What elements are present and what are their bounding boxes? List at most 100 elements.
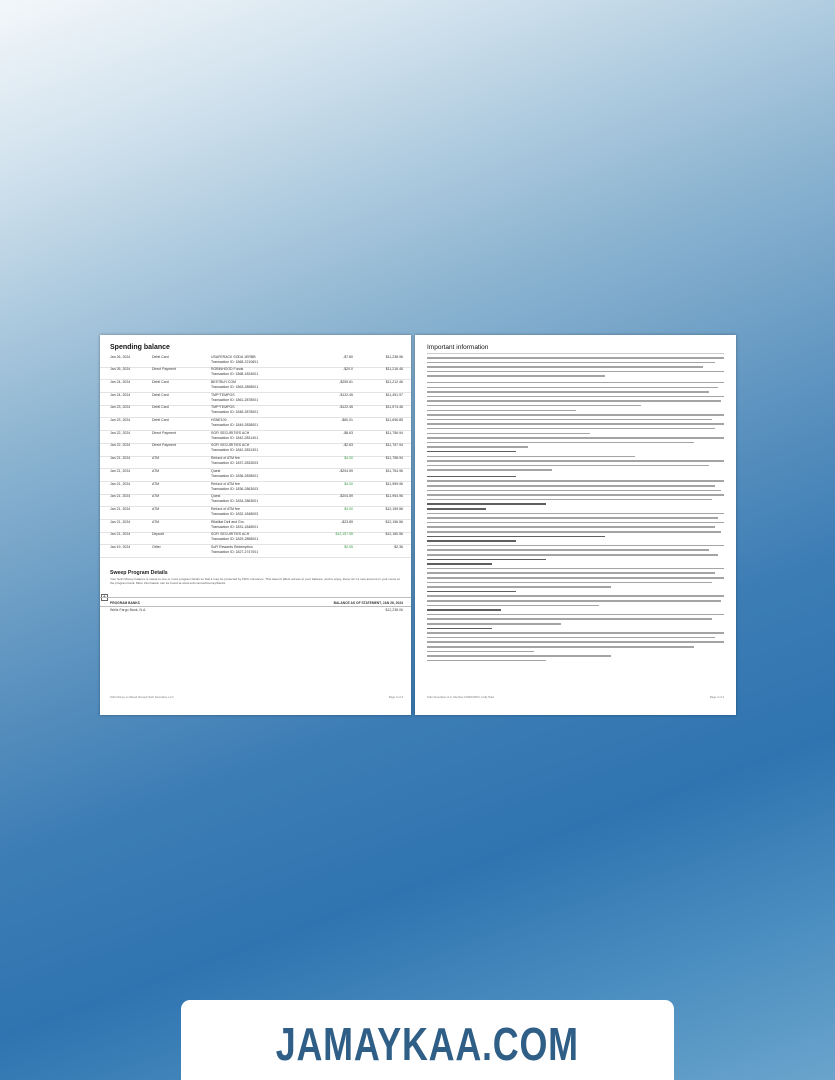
row-amount: -$60.01 [341, 418, 353, 422]
text-line [427, 558, 546, 561]
row-amount: $3.00 [344, 506, 353, 511]
add-icon[interactable]: + [101, 594, 108, 601]
text-line [427, 395, 724, 398]
row-balance: $11,954.96 [385, 494, 403, 499]
row-transaction-id: Transaction ID: 1829-2858001 [211, 537, 259, 542]
statement-page-spending: Spending balance Jan 26, 2024 Debit Card U… [100, 335, 411, 715]
row-transaction-id: Transaction ID: 1842-2831301 [211, 448, 259, 453]
row-type: ATM [152, 506, 160, 511]
row-amount: $12,157.55 [335, 532, 353, 537]
table-row: Jan 21, 2024 ATM Refund of ATM fee Transact… [100, 456, 411, 470]
table-row: Jan 21, 2024 ATM Refund of ATM fee Transact… [100, 506, 411, 521]
row-transaction-id: Transaction ID: 1842-2831401 [211, 435, 259, 440]
row-date: Jan 21, 2024 [110, 532, 131, 537]
text-line [427, 567, 724, 570]
row-type: Debit Card [152, 354, 169, 359]
page-footer-left: SoFi Money is offered through SoFi Secur… [110, 695, 174, 699]
text-line [427, 450, 516, 453]
text-line [427, 455, 635, 458]
text-line [427, 600, 721, 602]
row-balance: $11,451.97 [385, 392, 403, 397]
row-transaction-id: Transaction ID: 1868-1834001 [211, 372, 259, 377]
sweep-description: Your SoFi Money balance is swept to one … [110, 577, 400, 585]
divider [100, 597, 411, 598]
row-transaction-id: Transaction ID: 1827-2747001 [211, 550, 259, 555]
row-amount: -$122.45 [339, 405, 353, 410]
row-type: Debit Card [152, 392, 169, 397]
row-date: Jan 24, 2024 [110, 379, 131, 384]
text-line [427, 641, 724, 643]
row-type: Deposit [152, 532, 164, 537]
row-balance: $11,754.96 [385, 468, 403, 473]
text-line [427, 535, 605, 538]
text-line [427, 441, 694, 444]
row-transaction-id: Transaction ID: 1836-2838001 [211, 473, 259, 478]
text-line [427, 517, 718, 519]
page-number: Page 4 of 4 [709, 695, 724, 699]
table-row: Jan 21, 2024 ATM Refund of ATM fee Transact… [100, 481, 411, 495]
table-row: Jan 24, 2024 Debit Card BESTBUY.COM Transac… [100, 379, 411, 394]
text-line [427, 370, 724, 373]
row-balance: $11,238.96 [385, 354, 403, 359]
text-line [427, 414, 724, 416]
table-row: Jan 22, 2024 Direct Payment SOFI SECURITIE… [100, 430, 411, 444]
page-number: Page 3 of 4 [388, 695, 403, 699]
row-balance: $11,216.46 [385, 367, 403, 372]
text-line [427, 623, 561, 625]
divider [100, 606, 411, 607]
row-date: Jan 21, 2024 [110, 494, 131, 499]
text-line [427, 494, 724, 496]
text-line [427, 595, 724, 597]
text-line [427, 512, 724, 515]
row-transaction-id: Transaction ID: 1848-2878001 [211, 410, 259, 415]
row-balance: $11,574.46 [385, 405, 403, 410]
row-date: Jan 21, 2024 [110, 456, 131, 461]
row-type: Debit Card [152, 405, 169, 410]
table-row: Jan 24, 2024 Debit Card TMP*TEMPOS Transact… [100, 392, 411, 406]
title-underline [427, 353, 724, 354]
text-line [427, 613, 724, 616]
text-line [427, 650, 534, 653]
row-transaction-id: Transaction ID: 1832-1848003 [211, 511, 259, 516]
table-row: Jan 21, 2024 ATM Quest Transaction ID: 1836… [100, 468, 411, 482]
text-line [427, 544, 724, 547]
text-line [427, 632, 724, 634]
row-balance: $11,212.46 [385, 379, 403, 384]
row-transaction-id: Transaction ID: 1834-2863001 [211, 499, 259, 504]
row-type: Debit Card [152, 379, 169, 384]
text-line [427, 627, 492, 630]
text-line [427, 391, 709, 393]
text-line [427, 604, 599, 607]
page-footer-left: SoFi Securities LLC, Member FINRA/SIPC, … [427, 695, 494, 699]
page-title: Important information [427, 344, 489, 351]
row-amount: -$2.63 [343, 443, 353, 448]
row-type: ATM [152, 481, 160, 486]
row-transaction-id: Transaction ID: 1849-2838001 [211, 423, 259, 428]
row-type: ATM [152, 519, 160, 524]
row-balance: $2.36 [394, 545, 403, 549]
table-row: Jan 22, 2024 Direct Payment SOFI SECURITIE… [100, 443, 411, 457]
row-balance: $11,758.94 [385, 456, 403, 461]
text-line [427, 366, 703, 368]
row-type: ATM [152, 494, 160, 499]
row-date: Jan 22, 2024 [110, 430, 131, 435]
text-line [427, 508, 486, 510]
row-balance: $11,756.94 [385, 430, 403, 435]
row-amount: $4.00 [344, 456, 353, 461]
program-bank-balance: $12,238.06 [385, 608, 403, 612]
row-balance: $12,156.56 [385, 519, 403, 524]
row-amount: $2.05 [344, 545, 353, 549]
text-line [427, 485, 715, 487]
table-row: Jan 21, 2024 ATM Rifaiiliat Deli and Gro Tr… [100, 519, 411, 533]
balance-header: BALANCE AS OF STATEMENT, JAN 26, 2024 [333, 601, 403, 605]
row-type: Direct Payment [152, 367, 176, 372]
text-line [427, 636, 715, 639]
text-line [427, 386, 718, 389]
row-amount: -$23.89 [341, 519, 353, 524]
row-balance: $11,959.96 [385, 481, 403, 486]
text-line [427, 423, 724, 425]
table-row: Jan 26, 2024 Debit Card USAFERACK SODA 1ER… [100, 354, 411, 368]
row-amount: -$204.59 [339, 468, 353, 473]
sweep-title: Sweep Program Details [110, 570, 168, 576]
text-line [427, 437, 724, 439]
